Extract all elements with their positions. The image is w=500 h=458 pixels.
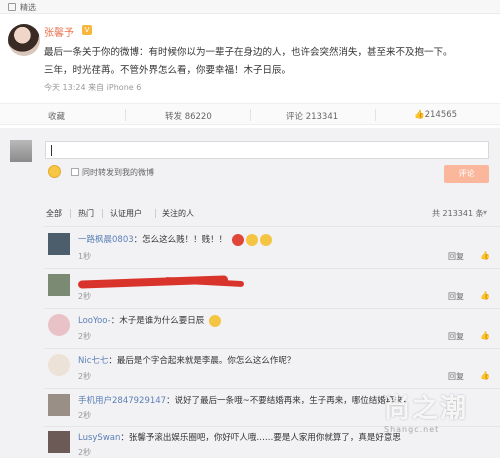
shocked-emoji-icon (259, 233, 272, 246)
comment-time: 1秒 (78, 252, 92, 261)
divider (125, 109, 126, 121)
favorite-button[interactable]: 收藏 (48, 110, 65, 122)
topbar-label: 精选 (20, 3, 36, 12)
comment-button[interactable]: 评论 213341 (286, 110, 338, 122)
thumb-up-icon[interactable]: 👍 (480, 371, 490, 380)
like-count: 214565 (424, 110, 458, 120)
divider (155, 209, 156, 218)
emoji-icon[interactable] (48, 165, 61, 178)
thumb-up-icon[interactable]: 👍 (480, 251, 490, 260)
comment-input[interactable] (45, 141, 489, 159)
submit-comment-button[interactable]: 评论 (444, 165, 489, 183)
post-text-line-2: 三年，时光荏苒。不管外界怎么看，你要幸福！木子日辰。 (44, 65, 292, 76)
repost-button[interactable]: 转发 86220 (165, 110, 212, 122)
site-watermark: 尚之潮 Shangc.net (384, 388, 494, 438)
reply-button[interactable]: 回复 (448, 251, 464, 262)
commenter-avatar[interactable] (48, 354, 70, 376)
divider (250, 109, 251, 121)
commenter-avatar[interactable] (48, 431, 70, 453)
comment-time: 2秒 (78, 411, 92, 420)
comment-body: ：张馨予滚出娱乐圈吧，你好吓人哦……要是人家用你就算了，真是好意思 (120, 433, 401, 443)
commenter-avatar[interactable] (48, 394, 70, 416)
post-meta: 今天 13:24 来自 iPhone 6 (44, 83, 142, 92)
sweat-emoji-icon (208, 314, 221, 327)
comment-body: ：最后是个字合起来就是李晨。你怎么这么作呢？ (108, 356, 296, 366)
redaction-mark (163, 276, 245, 288)
list-item: 2秒 回复 👍 (44, 268, 500, 308)
comment-body: ：木子是谁为什么要日辰 (110, 316, 205, 326)
text-caret (51, 145, 52, 156)
comment-time: 2秒 (78, 332, 92, 341)
comment-body: ：怎么这么贱！！贱！！ (133, 235, 228, 245)
reply-button[interactable]: 回复 (448, 331, 464, 342)
tab-following[interactable]: 关注的人 (162, 208, 194, 219)
comment-time: 2秒 (78, 372, 92, 381)
comment-filters: 全部 热门 认证用户 关注的人 共 213341 条 ▾ (0, 208, 500, 222)
chevron-down-icon[interactable]: ▾ (483, 208, 487, 217)
shocked-emoji-icon (245, 233, 258, 246)
repost-checkbox-label: 同时转发到我的微博 (82, 168, 154, 177)
divider (70, 209, 71, 218)
tab-all[interactable]: 全部 (46, 208, 62, 219)
commenter-name[interactable]: LooYoo- (78, 316, 111, 326)
tab-verified[interactable]: 认证用户 (110, 208, 142, 219)
commenter-avatar[interactable] (48, 233, 70, 255)
comment-time: 2秒 (78, 292, 92, 301)
angry-emoji-icon (231, 233, 244, 246)
repost-checkbox[interactable] (71, 168, 79, 176)
thumb-up-icon[interactable]: 👍 (480, 291, 490, 300)
commenter-name[interactable]: Nic七七 (78, 356, 108, 366)
comment-time: 2秒 (78, 448, 92, 457)
vip-badge-icon: V (82, 25, 92, 35)
list-item: 一路枫晨0803：怎么这么贱！！贱！！ 1秒 回复 👍 (44, 226, 500, 268)
like-button[interactable]: 👍214565 (414, 110, 457, 120)
post-text: 最后一条关于你的微博：有时候你以为一辈子在身边的人，也许会突然消失，甚至来不及抱… (44, 44, 494, 80)
post-text-line-1: 最后一条关于你的微博：有时候你以为一辈子在身边的人，也许会突然消失，甚至来不及抱… (44, 47, 453, 58)
reply-button[interactable]: 回复 (448, 291, 464, 302)
author-name[interactable]: 张馨予 (44, 24, 74, 39)
author-avatar[interactable] (8, 24, 40, 56)
thumb-up-icon[interactable]: 👍 (480, 331, 490, 340)
watermark-url: Shangc.net (384, 425, 440, 434)
list-item: Nic七七：最后是个字合起来就是李晨。你怎么这么作呢？ 2秒 回复 👍 (44, 348, 500, 388)
comment-count: 共 213341 条 (432, 209, 484, 218)
comment-text: LusySwan：张馨予滚出娱乐圈吧，你好吓人哦……要是人家用你就算了，真是好意… (78, 431, 408, 443)
top-bar: 精选 (0, 0, 500, 14)
thumb-up-icon: 👍 (414, 110, 425, 120)
my-avatar (10, 140, 32, 162)
comment-text: Nic七七：最后是个字合起来就是李晨。你怎么这么作呢？ (78, 354, 295, 366)
divider (102, 209, 103, 218)
comment-body: ：说好了最后一条哦~不要结婚再来，生子再来，哪位结婚再来，亲婚再来，又要再来咯~ (166, 396, 408, 406)
commenter-avatar[interactable] (48, 314, 70, 336)
commenter-avatar[interactable] (48, 274, 70, 296)
bookmark-icon (8, 3, 16, 11)
divider (375, 109, 376, 121)
commenter-name[interactable]: 一路枫晨0803 (78, 235, 134, 245)
list-item: LooYoo-：木子是谁为什么要日辰 2秒 回复 👍 (44, 308, 500, 348)
post-actions-bar: 收藏 转发 86220 评论 213341 👍214565 (0, 103, 500, 125)
commenter-name[interactable]: LusySwan (78, 433, 120, 443)
watermark-logo: 尚之潮 (384, 394, 469, 424)
tab-hot[interactable]: 热门 (78, 208, 94, 219)
comment-text: 手机用户2847929147：说好了最后一条哦~不要结婚再来，生子再来，哪位结婚… (78, 394, 408, 406)
comment-text: 一路枫晨0803：怎么这么贱！！贱！！ (78, 233, 272, 246)
reply-button[interactable]: 回复 (448, 371, 464, 382)
comment-text: LooYoo-：木子是谁为什么要日辰 (78, 314, 221, 327)
commenter-name[interactable]: 手机用户2847929147 (78, 396, 166, 406)
